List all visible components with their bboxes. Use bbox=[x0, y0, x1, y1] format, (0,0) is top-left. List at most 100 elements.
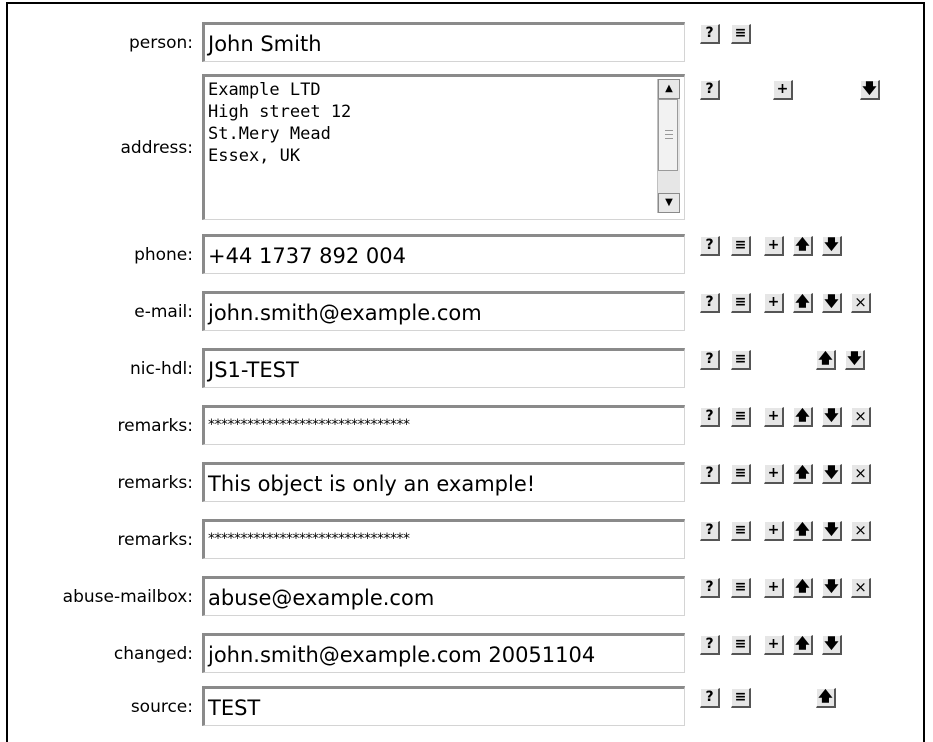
add-button[interactable]: + bbox=[773, 80, 793, 100]
help-button[interactable]: ? bbox=[700, 688, 720, 708]
field-label-remarks: remarks: bbox=[117, 473, 193, 493]
arrow-up-icon: 🡅 bbox=[795, 636, 810, 652]
delete-button[interactable]: × bbox=[851, 578, 871, 598]
help-icon: ? bbox=[705, 351, 714, 367]
help-button[interactable]: ? bbox=[700, 236, 720, 256]
move-up-button[interactable]: 🡅 bbox=[793, 464, 813, 484]
move-down-button[interactable]: 🡇 bbox=[822, 521, 842, 541]
delete-button[interactable]: × bbox=[851, 521, 871, 541]
list-button[interactable]: ≡ bbox=[731, 350, 751, 370]
help-icon: ? bbox=[705, 81, 714, 97]
list-button[interactable]: ≡ bbox=[731, 24, 751, 44]
add-icon: + bbox=[767, 237, 780, 253]
move-down-button[interactable]: 🡇 bbox=[822, 635, 842, 655]
field-label-phone: phone: bbox=[134, 245, 193, 265]
add-icon: + bbox=[767, 465, 780, 481]
delete-button[interactable]: × bbox=[851, 407, 871, 427]
list-icon: ≡ bbox=[734, 351, 747, 367]
field-label-abuse-mailbox: abuse-mailbox: bbox=[62, 587, 193, 607]
arrow-up-icon: 🡅 bbox=[795, 465, 810, 481]
help-icon: ? bbox=[705, 237, 714, 253]
address-textarea[interactable]: Example LTD High street 12 St.Mery Mead … bbox=[202, 74, 685, 220]
list-button[interactable]: ≡ bbox=[731, 578, 751, 598]
add-button[interactable]: + bbox=[764, 464, 784, 484]
field-label-address: address: bbox=[120, 138, 193, 158]
help-button[interactable]: ? bbox=[700, 350, 720, 370]
arrow-down-icon: 🡇 bbox=[824, 294, 839, 310]
add-icon: + bbox=[767, 294, 780, 310]
list-button[interactable]: ≡ bbox=[731, 293, 751, 313]
scroll-down-icon[interactable]: ▼ bbox=[658, 193, 680, 213]
add-button[interactable]: + bbox=[764, 293, 784, 313]
move-up-button[interactable]: 🡅 bbox=[793, 635, 813, 655]
email-input[interactable]: john.smith@example.com bbox=[202, 291, 685, 331]
add-icon: + bbox=[776, 81, 789, 97]
move-up-button[interactable]: 🡅 bbox=[793, 521, 813, 541]
help-button[interactable]: ? bbox=[700, 578, 720, 598]
field-label-remarks: remarks: bbox=[117, 416, 193, 436]
list-icon: ≡ bbox=[734, 25, 747, 41]
remarks-input[interactable]: ******************************* bbox=[202, 405, 685, 445]
move-up-button[interactable]: 🡅 bbox=[816, 350, 836, 370]
changed-input[interactable]: john.smith@example.com 20051104 bbox=[202, 633, 685, 673]
move-down-button[interactable]: 🡇 bbox=[845, 350, 865, 370]
list-icon: ≡ bbox=[734, 579, 747, 595]
move-up-button[interactable]: 🡅 bbox=[793, 578, 813, 598]
help-icon: ? bbox=[705, 579, 714, 595]
add-button[interactable]: + bbox=[764, 236, 784, 256]
person-input[interactable]: John Smith bbox=[202, 22, 685, 62]
help-button[interactable]: ? bbox=[700, 80, 720, 100]
add-icon: + bbox=[767, 636, 780, 652]
phone-input[interactable]: +44 1737 892 004 bbox=[202, 234, 685, 274]
help-icon: ? bbox=[705, 294, 714, 310]
move-down-button[interactable]: 🡇 bbox=[822, 407, 842, 427]
add-button[interactable]: + bbox=[764, 407, 784, 427]
list-button[interactable]: ≡ bbox=[731, 464, 751, 484]
list-button[interactable]: ≡ bbox=[731, 236, 751, 256]
nic-hdl-input[interactable]: JS1-TEST bbox=[202, 348, 685, 388]
help-icon: ? bbox=[705, 689, 714, 705]
move-up-button[interactable]: 🡅 bbox=[793, 236, 813, 256]
list-button[interactable]: ≡ bbox=[731, 635, 751, 655]
move-down-button[interactable]: 🡇 bbox=[822, 464, 842, 484]
add-button[interactable]: + bbox=[764, 635, 784, 655]
arrow-down-icon: 🡇 bbox=[824, 237, 839, 253]
help-button[interactable]: ? bbox=[700, 24, 720, 44]
arrow-up-icon: 🡅 bbox=[795, 522, 810, 538]
move-down-button[interactable]: 🡇 bbox=[822, 578, 842, 598]
list-icon: ≡ bbox=[734, 294, 747, 310]
move-up-button[interactable]: 🡅 bbox=[793, 293, 813, 313]
scroll-up-icon[interactable]: ▲ bbox=[658, 79, 680, 99]
help-icon: ? bbox=[705, 636, 714, 652]
arrow-up-icon: 🡅 bbox=[818, 351, 833, 367]
list-button[interactable]: ≡ bbox=[731, 521, 751, 541]
help-button[interactable]: ? bbox=[700, 635, 720, 655]
scroll-thumb[interactable] bbox=[658, 99, 678, 171]
close-icon: × bbox=[854, 578, 867, 596]
arrow-down-icon: 🡇 bbox=[824, 465, 839, 481]
move-up-button[interactable]: 🡅 bbox=[816, 688, 836, 708]
help-button[interactable]: ? bbox=[700, 407, 720, 427]
help-button[interactable]: ? bbox=[700, 464, 720, 484]
move-down-button[interactable]: 🡇 bbox=[822, 293, 842, 313]
remarks-input[interactable]: ******************************* bbox=[202, 519, 685, 559]
help-button[interactable]: ? bbox=[700, 521, 720, 541]
field-label-email: e-mail: bbox=[134, 302, 193, 322]
add-button[interactable]: + bbox=[764, 578, 784, 598]
move-up-button[interactable]: 🡅 bbox=[793, 407, 813, 427]
add-button[interactable]: + bbox=[764, 521, 784, 541]
move-down-button[interactable]: 🡇 bbox=[860, 80, 880, 100]
remarks-input[interactable]: This object is only an example! bbox=[202, 462, 685, 502]
list-icon: ≡ bbox=[734, 408, 747, 424]
list-button[interactable]: ≡ bbox=[731, 688, 751, 708]
move-down-button[interactable]: 🡇 bbox=[822, 236, 842, 256]
abuse-mailbox-input[interactable]: abuse@example.com bbox=[202, 576, 685, 616]
list-icon: ≡ bbox=[734, 636, 747, 652]
help-button[interactable]: ? bbox=[700, 293, 720, 313]
delete-button[interactable]: × bbox=[851, 293, 871, 313]
source-input[interactable]: TEST bbox=[202, 686, 685, 726]
address-scrollbar[interactable]: ▲ ▼ bbox=[657, 79, 680, 213]
delete-button[interactable]: × bbox=[851, 464, 871, 484]
list-button[interactable]: ≡ bbox=[731, 407, 751, 427]
arrow-down-icon: 🡇 bbox=[824, 522, 839, 538]
